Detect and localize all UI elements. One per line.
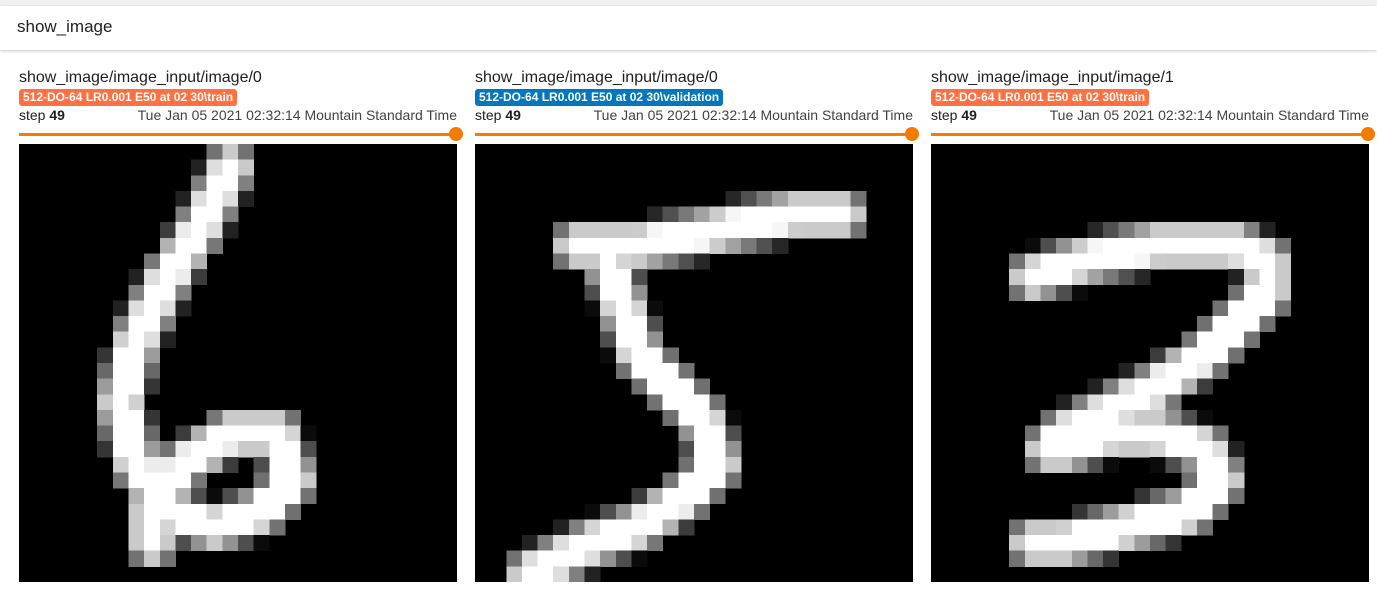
run-badge: 512-DO-64 LR0.001 E50 at 02 30\validatio… bbox=[475, 89, 724, 106]
step-row: step 49 Tue Jan 05 2021 02:32:14 Mountai… bbox=[19, 107, 457, 125]
step-value: 49 bbox=[49, 107, 65, 123]
digit-image bbox=[19, 144, 457, 582]
timestamp: Tue Jan 05 2021 02:32:14 Mountain Standa… bbox=[137, 107, 457, 123]
timestamp: Tue Jan 05 2021 02:32:14 Mountain Standa… bbox=[593, 107, 913, 123]
section-title: show_image bbox=[17, 17, 113, 36]
step-row: step 49 Tue Jan 05 2021 02:32:14 Mountai… bbox=[931, 107, 1369, 125]
card-title: show_image/image_input/image/1 bbox=[931, 69, 1174, 86]
run-badge: 512-DO-64 LR0.001 E50 at 02 30\train bbox=[931, 89, 1150, 106]
step-value: 49 bbox=[505, 107, 521, 123]
step-label: step 49 bbox=[931, 107, 977, 123]
slider-thumb[interactable] bbox=[1361, 127, 1375, 141]
step-slider[interactable] bbox=[475, 127, 919, 143]
step-row: step 49 Tue Jan 05 2021 02:32:14 Mountai… bbox=[475, 107, 913, 125]
slider-track bbox=[19, 133, 451, 136]
timestamp: Tue Jan 05 2021 02:32:14 Mountain Standa… bbox=[1049, 107, 1369, 123]
card-title: show_image/image_input/image/0 bbox=[19, 69, 262, 86]
step-slider[interactable] bbox=[931, 127, 1375, 143]
slider-track bbox=[475, 133, 907, 136]
slider-track bbox=[931, 133, 1363, 136]
step-label: step 49 bbox=[475, 107, 521, 123]
card-title: show_image/image_input/image/0 bbox=[475, 69, 718, 86]
run-badge: 512-DO-64 LR0.001 E50 at 02 30\train bbox=[19, 89, 238, 106]
section-header[interactable]: show_image bbox=[0, 6, 1377, 50]
step-value: 49 bbox=[961, 107, 977, 123]
slider-thumb[interactable] bbox=[449, 127, 463, 141]
digit-image bbox=[931, 144, 1369, 582]
slider-thumb[interactable] bbox=[905, 127, 919, 141]
step-label: step 49 bbox=[19, 107, 65, 123]
digit-image bbox=[475, 144, 913, 582]
step-slider[interactable] bbox=[19, 127, 463, 143]
